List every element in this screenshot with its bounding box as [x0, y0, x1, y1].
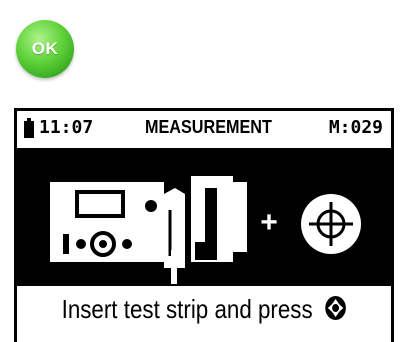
instruction-prompt: Insert test strip and press	[43, 294, 365, 328]
battery-icon	[24, 118, 34, 138]
ok-button[interactable]: OK	[16, 20, 74, 78]
meter-with-strip-icon	[50, 176, 247, 284]
clock: 11:07	[39, 117, 94, 138]
ok-button-label: OK	[31, 39, 59, 58]
status-bar: 11:07 MEASUREMENT M:029	[17, 111, 391, 148]
crosshair-button-icon	[301, 194, 361, 254]
device-screen: 11:07 MEASUREMENT M:029 + Insert test st…	[14, 108, 394, 342]
press-button-icon	[324, 295, 346, 328]
plus-sign: +	[260, 206, 278, 239]
illustration-panel: +	[17, 148, 391, 286]
memory-indicator: M:029	[328, 117, 383, 138]
screen-title: MEASUREMENT	[145, 117, 272, 137]
instruction-text: Insert test strip and press	[61, 294, 313, 324]
